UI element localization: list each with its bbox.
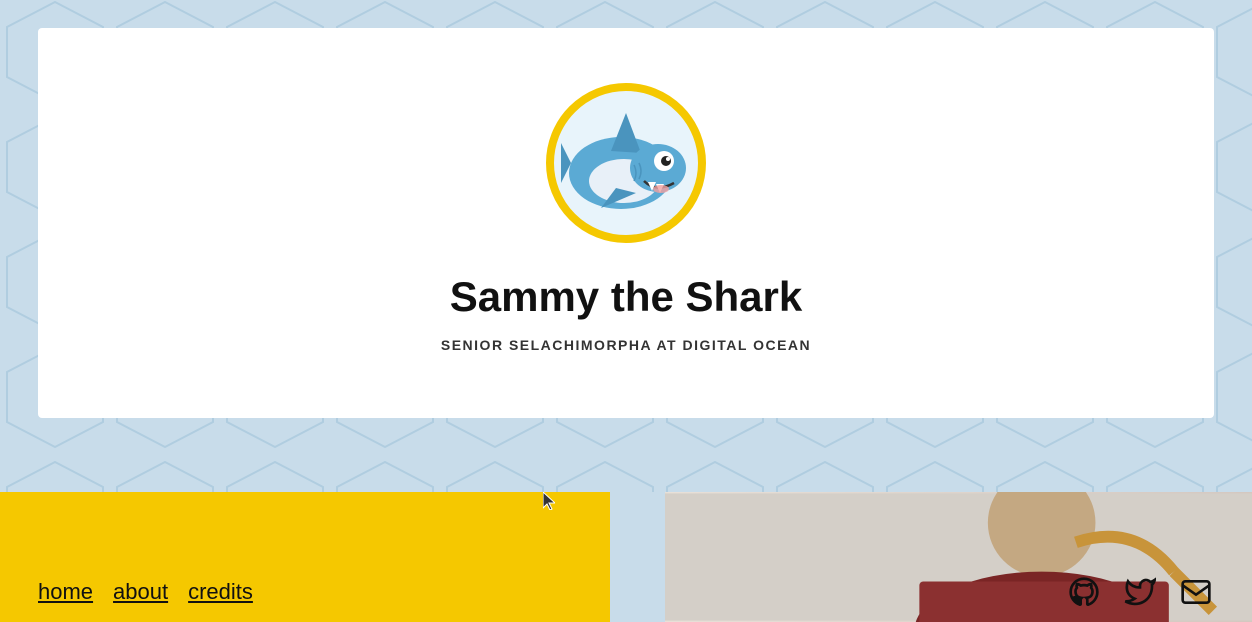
avatar — [546, 83, 706, 243]
nav-links: home about credits — [38, 579, 253, 605]
nav-icons — [1066, 574, 1214, 610]
nav-bar: home about credits — [38, 574, 1214, 610]
profile-name: Sammy the Shark — [450, 273, 803, 321]
nav-link-credits[interactable]: credits — [188, 579, 253, 605]
profile-subtitle: SENIOR SELACHIMORPHA AT DIGITAL OCEAN — [441, 337, 811, 353]
email-icon[interactable] — [1178, 574, 1214, 610]
shark-illustration — [556, 93, 696, 233]
nav-link-home[interactable]: home — [38, 579, 93, 605]
twitter-icon[interactable] — [1122, 574, 1158, 610]
nav-link-about[interactable]: about — [113, 579, 168, 605]
github-icon[interactable] — [1066, 574, 1102, 610]
profile-card: Sammy the Shark SENIOR SELACHIMORPHA AT … — [38, 28, 1214, 418]
